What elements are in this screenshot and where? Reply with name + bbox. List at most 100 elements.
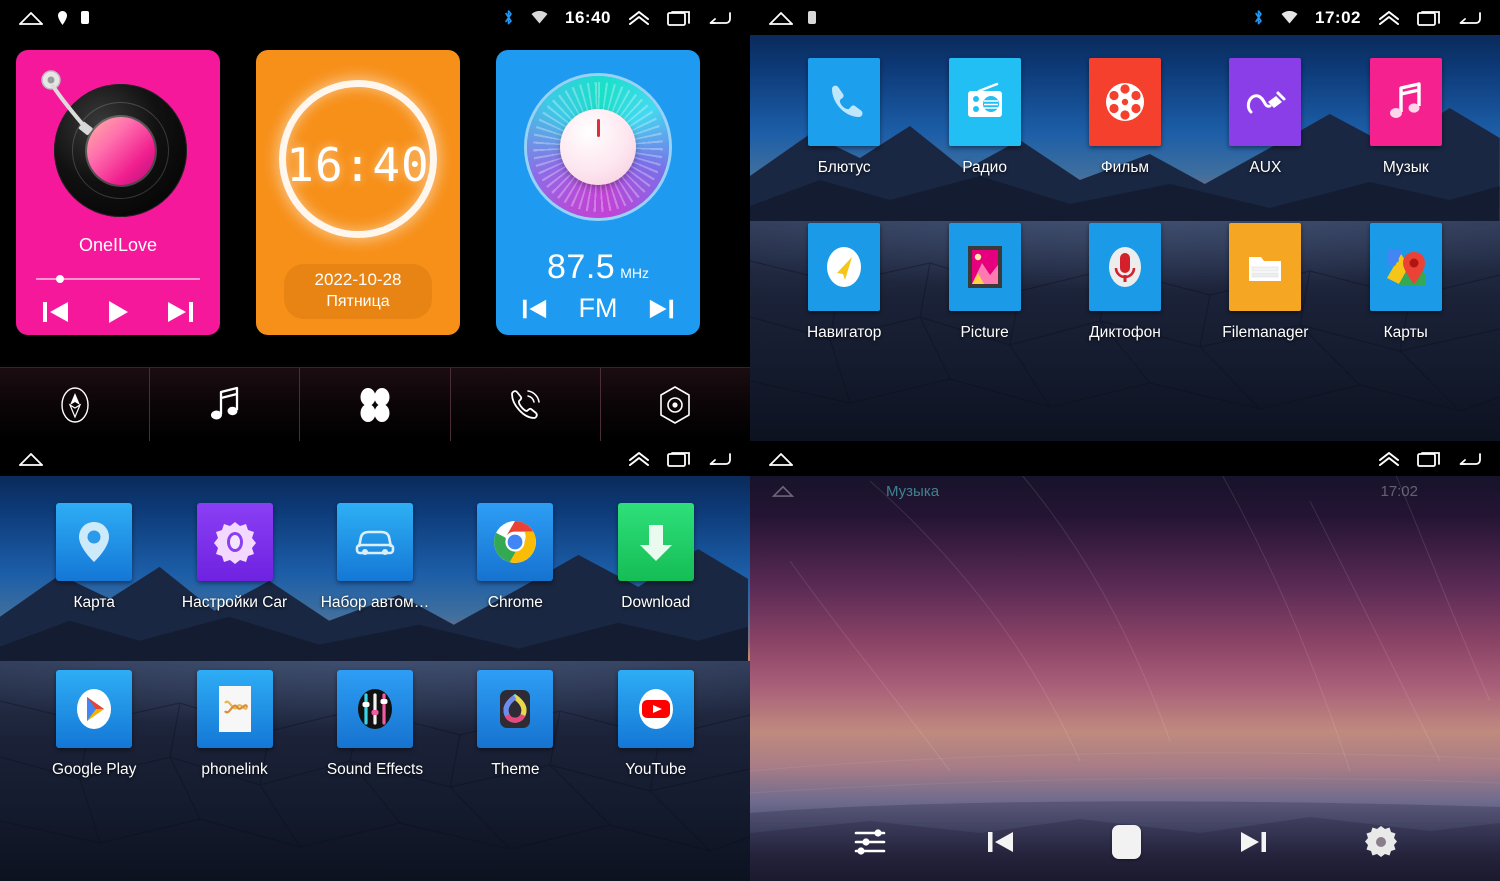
stop-icon[interactable] [1112,825,1142,859]
recents-icon[interactable] [667,9,691,27]
bottom-dock [0,367,750,441]
sim-icon [81,11,89,24]
next-station-icon[interactable] [646,296,676,322]
dock-item-settings[interactable] [601,368,750,441]
panel-app-drawer-car: 17:02 Блютус Радио Фильм AUX Музык Навиг… [750,0,1500,441]
navigator-arrow-icon [808,223,881,311]
app-row-2: Google Play phonelink Sound Effects Them… [0,670,750,779]
radio-frequency: 87.5 [547,248,616,286]
bluetooth-icon [503,9,514,26]
app-label: Диктофон [1089,324,1161,341]
radio-knob[interactable] [560,109,636,185]
home-icon[interactable] [768,451,794,467]
app-phonelink[interactable]: phonelink [172,670,297,779]
app-radio[interactable]: Радио [926,58,1044,177]
panel-music-player: Музыка 17:02 9 [750,441,1500,881]
app-filemanager[interactable]: Filemanager [1206,223,1324,342]
music-widget-seekbar[interactable] [36,275,200,283]
app-aux[interactable]: AUX [1206,58,1324,177]
sim-icon [808,11,816,24]
picture-frame-icon [948,223,1021,311]
next-track-icon[interactable] [164,298,196,326]
seek-thumb[interactable] [55,275,64,283]
car-settings-gear-icon [196,503,273,581]
recents-icon[interactable] [667,450,691,468]
back-icon[interactable] [708,451,732,467]
app-theme[interactable]: Theme [453,670,578,779]
app-film[interactable]: Фильм [1066,58,1184,177]
car-icon [336,503,413,581]
back-icon[interactable] [1458,451,1482,467]
app-car-settings[interactable]: Настройки Car [172,503,297,612]
app-bluetooth[interactable]: Блютус [785,58,903,177]
back-icon[interactable] [708,10,732,26]
app-label: Карты [1383,324,1428,341]
vinyl-record [38,70,198,230]
bluetooth-icon [1253,9,1264,26]
recents-icon[interactable] [1417,9,1441,27]
app-car-set[interactable]: Набор автом… [312,503,437,612]
home-icon[interactable] [18,451,44,467]
radio-icon [948,58,1021,146]
dock-item-phone[interactable] [451,368,601,441]
folder-icon [1229,223,1302,311]
expand-up-icon[interactable] [1378,451,1400,467]
app-label: YouTube [625,761,687,778]
download-arrow-icon [617,503,694,581]
recents-icon[interactable] [1417,450,1441,468]
app-picture[interactable]: Picture [926,223,1044,342]
radio-controls: FM [496,293,700,324]
clock-widget[interactable]: 16:40 2022-10-28 Пятница [256,50,460,335]
navigation-icon [58,385,92,425]
clock-digits: 16:40 [286,138,430,192]
radio-band[interactable]: FM [578,293,617,324]
music-widget-controls [16,298,220,326]
app-row-2: Навигатор Picture Диктофон Filemanager G… [750,223,1500,342]
settings-gear-icon[interactable] [1364,825,1398,859]
phonelink-icon [196,670,273,748]
tonearm-icon [41,70,93,136]
dock-item-music[interactable] [150,368,301,441]
phone-handset-icon [808,58,881,146]
panel-app-drawer-android: Карта Настройки Car Набор автом… Chrome … [0,441,750,881]
playlist-icon[interactable] [852,827,890,857]
app-label: Набор автом… [320,594,430,611]
clock-date: 2022-10-28 [314,270,402,289]
clock-weekday: Пятница [326,293,390,310]
expand-up-icon[interactable] [628,451,650,467]
app-chrome[interactable]: Chrome [453,503,578,612]
music-widget[interactable]: OneILove [16,50,220,335]
previous-station-icon[interactable] [520,296,550,322]
app-music[interactable]: Музык [1347,58,1465,177]
app-youtube[interactable]: YouTube [593,670,718,779]
previous-track-icon[interactable] [40,298,72,326]
expand-up-icon[interactable] [1378,10,1400,26]
app-label: Sound Effects [326,761,424,778]
play-icon[interactable] [105,298,131,326]
app-recorder[interactable]: Диктофон [1066,223,1184,342]
status-bar-p3 [0,441,750,476]
expand-up-icon[interactable] [628,10,650,26]
next-track-icon[interactable] [1236,825,1270,859]
back-icon[interactable] [1458,10,1482,26]
radio-widget[interactable]: 87.5 MHz FM [496,50,700,335]
radio-dial[interactable] [527,76,669,218]
home-icon[interactable] [18,10,44,26]
dock-item-apps[interactable] [300,368,451,441]
svg-text:G: G [1388,250,1400,267]
status-bar-p4 [750,441,1500,476]
app-label: Download [621,594,691,611]
app-sound-effects[interactable]: Sound Effects [312,670,437,779]
home-icon[interactable] [768,10,794,26]
app-maps[interactable]: G Карты [1347,223,1465,342]
status-clock: 16:40 [565,7,611,27]
dock-item-navigation[interactable] [0,368,151,441]
app-download[interactable]: Download [593,503,718,612]
ghost-clock: 17:02 [1380,482,1418,500]
music-widget-title: OneILove [78,235,158,255]
app-label: Настройки Car [181,594,288,611]
previous-track-icon[interactable] [984,825,1018,859]
app-navigator[interactable]: Навигатор [785,223,903,342]
app-karta[interactable]: Карта [32,503,157,612]
app-google-play[interactable]: Google Play [32,670,157,779]
